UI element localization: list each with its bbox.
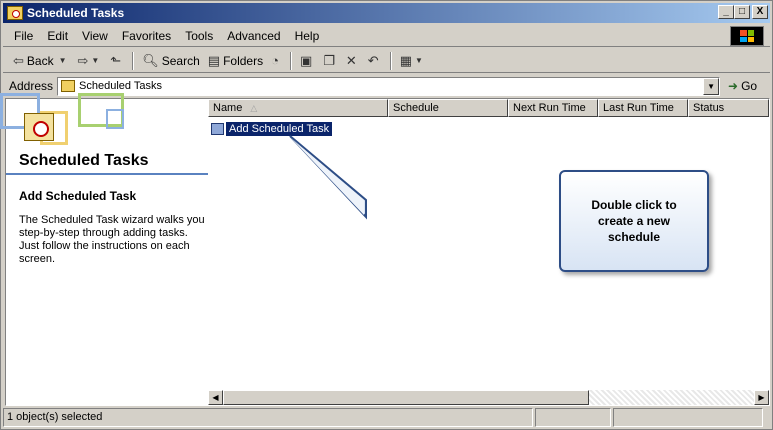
forward-arrow-icon: ⇨ (77, 52, 89, 68)
copy-to-button[interactable]: ❐ (319, 50, 342, 72)
move-to-button[interactable]: ▣ (296, 50, 319, 72)
toolbar: ⇦ Back ▼ ⇨ ▼ ⬑ 🔍︎ Search ▤ Folders ◔ ▣ ❐ (3, 49, 770, 73)
forward-button[interactable]: ⇨ ▼ (74, 50, 107, 72)
panel-description: The Scheduled Task wizard walks you step… (19, 214, 205, 265)
windows-logo-icon (730, 26, 764, 46)
address-value: Scheduled Tasks (79, 80, 162, 92)
views-button[interactable]: ▦ ▼ (396, 50, 430, 72)
scroll-right-icon[interactable]: ▶ (754, 390, 769, 405)
menu-help[interactable]: Help (288, 29, 327, 43)
back-arrow-icon: ⇦ (13, 52, 24, 68)
go-arrow-icon: ➜ (728, 79, 739, 93)
address-label: Address (9, 79, 54, 93)
callout-pointer (289, 135, 367, 220)
panel-title: Scheduled Tasks (19, 152, 149, 169)
folders-icon: ▤ (207, 52, 221, 68)
title-bar[interactable]: Scheduled Tasks _ □ X (3, 3, 770, 23)
panel-divider (6, 173, 208, 175)
address-dropdown-icon[interactable]: ▼ (703, 77, 720, 95)
column-header-last-run[interactable]: Last Run Time (598, 99, 688, 117)
toolbar-separator (389, 51, 392, 70)
undo-icon: ↶ (367, 52, 379, 68)
panel-banner (0, 93, 208, 149)
views-dropdown-icon: ▼ (415, 56, 423, 65)
menu-tools[interactable]: Tools (178, 29, 220, 43)
folders-button[interactable]: ▤ Folders (204, 50, 267, 72)
menu-view[interactable]: View (75, 29, 115, 43)
menu-bar: File Edit View Favorites Tools Advanced … (3, 25, 770, 47)
up-folder-icon: ⬑ (110, 52, 122, 68)
menu-advanced[interactable]: Advanced (220, 29, 287, 43)
back-dropdown-icon[interactable]: ▼ (59, 56, 67, 65)
status-text: 1 object(s) selected (3, 408, 533, 427)
window-title: Scheduled Tasks (27, 6, 125, 20)
horizontal-scrollbar[interactable]: ◀ ▶ (208, 390, 769, 405)
menu-file[interactable]: File (7, 29, 40, 43)
forward-dropdown-icon[interactable]: ▼ (91, 56, 99, 65)
history-icon: ◔ (271, 53, 279, 68)
search-button[interactable]: 🔍︎ Search (138, 50, 204, 72)
delete-x-icon: ✕ (345, 52, 357, 68)
back-button[interactable]: ⇦ Back ▼ (9, 50, 74, 72)
back-label: Back (26, 53, 54, 68)
scroll-left-icon[interactable]: ◀ (208, 390, 223, 405)
content-area: Scheduled Tasks Add Scheduled Task The S… (0, 93, 770, 406)
web-view-panel: Scheduled Tasks Add Scheduled Task The S… (0, 93, 208, 405)
undo-button[interactable]: ↶ (364, 50, 386, 72)
maximize-button[interactable]: □ (734, 5, 750, 19)
search-icon: 🔍︎ (142, 52, 159, 68)
folders-label: Folders (223, 53, 264, 68)
banner-frame (106, 109, 124, 129)
up-folder-button[interactable]: ⬑ (106, 50, 128, 72)
file-list: Name △ Schedule Next Run Time Last Run Ti… (208, 99, 769, 405)
menu-favorites[interactable]: Favorites (115, 29, 178, 43)
minimize-button[interactable]: _ (718, 5, 734, 19)
scheduled-tasks-folder-icon (61, 80, 76, 92)
menu-edit[interactable]: Edit (40, 29, 75, 43)
panel-subtitle: Add Scheduled Task (19, 189, 137, 203)
history-button[interactable]: ◔ (267, 50, 286, 72)
explorer-window: Scheduled Tasks _ □ X File Edit View Fav… (0, 0, 773, 430)
status-pane (613, 408, 763, 427)
callout-text: Double click to create a new schedule (591, 198, 677, 244)
views-grid-icon: ▦ (399, 52, 412, 68)
address-input[interactable]: Scheduled Tasks ▼ (57, 76, 721, 96)
delete-button[interactable]: ✕ (342, 50, 364, 72)
toolbar-separator (132, 51, 135, 70)
toolbar-separator (289, 51, 292, 70)
move-to-icon: ▣ (299, 52, 313, 68)
scheduled-tasks-icon (24, 113, 54, 141)
column-header-status[interactable]: Status (688, 99, 769, 117)
status-bar: 1 object(s) selected (3, 408, 770, 428)
go-label: Go (741, 79, 758, 93)
scheduled-tasks-folder-icon (7, 6, 23, 20)
window-controls: _ □ X (718, 5, 768, 19)
status-pane (535, 408, 611, 427)
scrollbar-thumb[interactable] (223, 390, 589, 405)
go-button[interactable]: ➜ Go (728, 79, 757, 93)
copy-to-icon: ❐ (323, 52, 335, 68)
instruction-callout: Double click to create a new schedule (559, 170, 709, 272)
search-label: Search (161, 53, 200, 68)
close-button[interactable]: X (752, 5, 768, 19)
